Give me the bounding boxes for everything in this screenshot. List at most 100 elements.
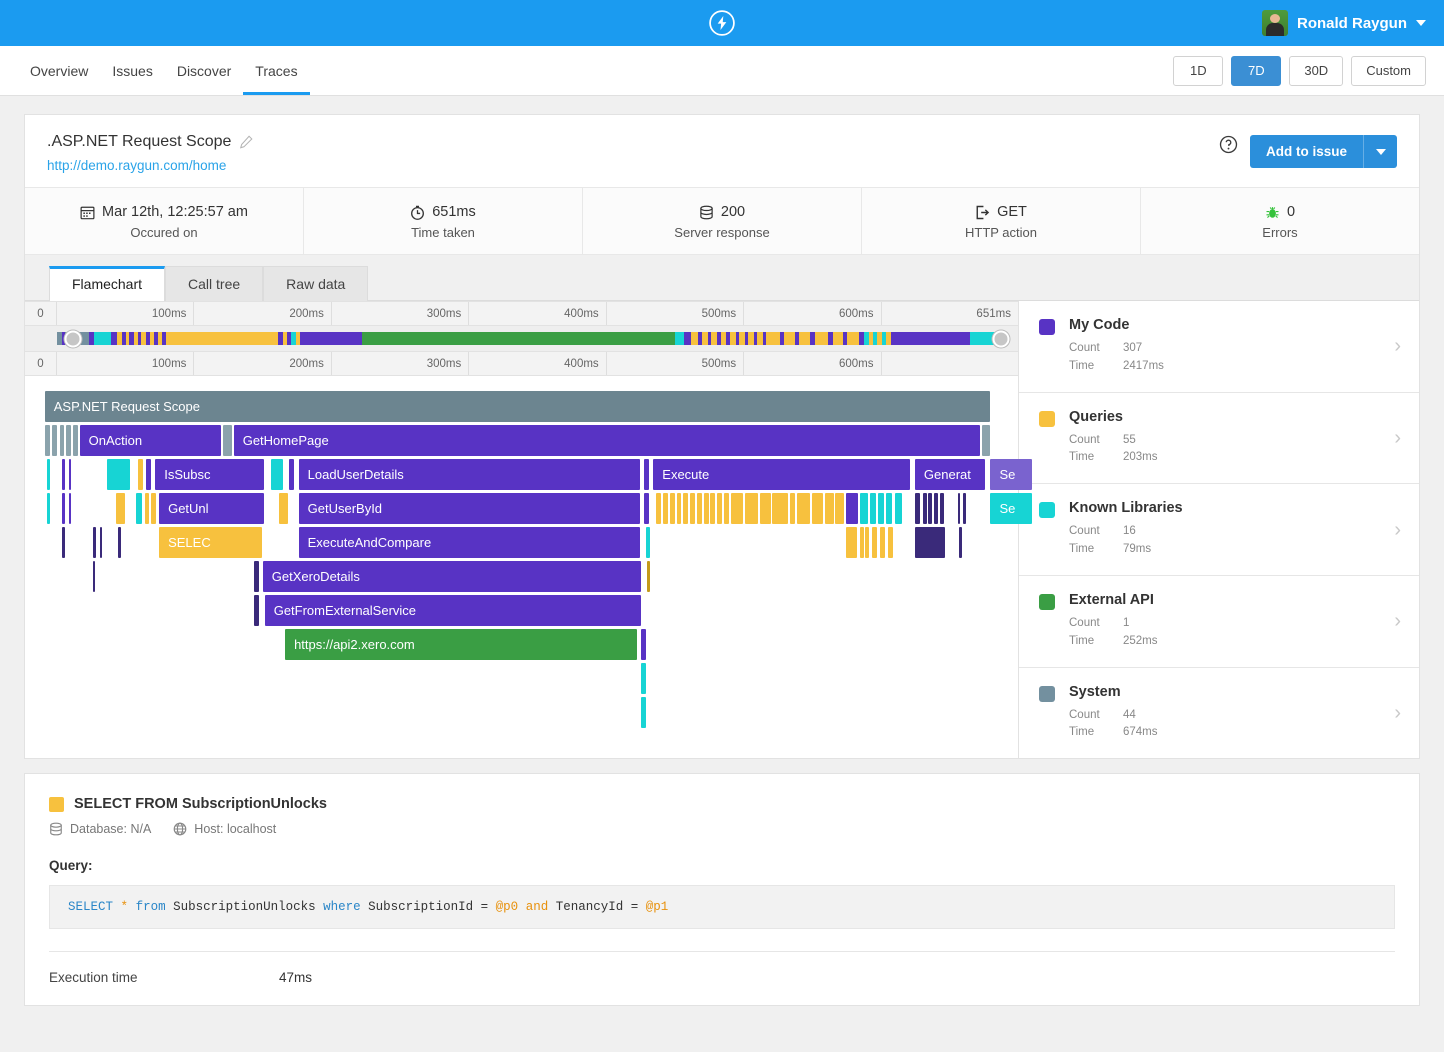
flamechart-block[interactable]: GetUnl (159, 493, 264, 524)
flamechart-block[interactable] (106, 459, 131, 490)
flamechart-block[interactable]: Generat (914, 459, 985, 490)
tab-raw-data[interactable]: Raw data (263, 266, 369, 301)
flamechart-block[interactable] (887, 527, 893, 558)
flamechart-block[interactable] (93, 561, 96, 592)
flamechart-block[interactable] (824, 493, 834, 524)
flamechart-block[interactable] (116, 493, 126, 524)
flamechart-block[interactable] (717, 493, 723, 524)
flamechart-block[interactable] (60, 425, 64, 456)
flamechart-block[interactable] (878, 493, 884, 524)
flamechart-block[interactable] (640, 663, 647, 694)
flamechart-block[interactable] (93, 527, 96, 558)
flamechart-block[interactable] (940, 493, 944, 524)
flamechart-block[interactable] (647, 561, 651, 592)
flamechart-block[interactable] (963, 493, 967, 524)
trace-url[interactable]: http://demo.raygun.com/home (47, 158, 253, 173)
flamechart-block[interactable] (835, 493, 845, 524)
chevron-right-icon[interactable]: › (1394, 703, 1401, 723)
minimap-handle-right[interactable] (992, 330, 1010, 347)
nav-item-issues[interactable]: Issues (100, 49, 164, 95)
flamechart-block[interactable]: Execute (653, 459, 911, 490)
add-to-issue-dropdown[interactable] (1363, 135, 1397, 168)
flamechart-block[interactable]: ExecuteAndCompare (298, 527, 640, 558)
flamechart-block[interactable] (981, 425, 990, 456)
flamechart-block[interactable]: IsSubsc (155, 459, 264, 490)
flamechart-block[interactable] (914, 527, 945, 558)
flamechart-block[interactable] (62, 527, 65, 558)
nav-item-traces[interactable]: Traces (243, 49, 310, 95)
flamechart-block[interactable] (645, 527, 651, 558)
flamechart-block[interactable] (146, 459, 151, 490)
flamechart-block[interactable] (676, 493, 682, 524)
flamechart-block[interactable] (872, 527, 878, 558)
flamechart-block[interactable] (683, 493, 689, 524)
flamechart-block[interactable] (796, 493, 811, 524)
legend-item-external-api[interactable]: External API Count 1 Time 252ms › (1019, 576, 1419, 668)
minimap-track[interactable] (57, 332, 1004, 345)
flamechart-block[interactable] (643, 493, 649, 524)
flamechart-block[interactable] (880, 527, 885, 558)
flamechart-block[interactable] (72, 425, 78, 456)
flamechart-block[interactable] (656, 493, 662, 524)
flamechart-block[interactable] (254, 595, 260, 626)
flamechart-block[interactable] (928, 493, 933, 524)
nav-item-overview[interactable]: Overview (18, 49, 100, 95)
flamechart-block[interactable]: GetXeroDetails (262, 561, 641, 592)
flamechart-block[interactable] (696, 493, 702, 524)
flamechart-block[interactable]: GetUserById (298, 493, 640, 524)
flamechart-block[interactable] (690, 493, 695, 524)
flamechart-block[interactable] (959, 527, 962, 558)
flamechart-block[interactable]: LoadUserDetails (298, 459, 640, 490)
pencil-icon[interactable] (239, 135, 253, 149)
chevron-right-icon[interactable]: › (1394, 611, 1401, 631)
flamechart-block[interactable] (922, 493, 927, 524)
chevron-right-icon[interactable]: › (1394, 336, 1401, 356)
timeline-minimap[interactable] (25, 326, 1018, 351)
flamechart-block[interactable] (68, 459, 72, 490)
flamechart-block[interactable] (812, 493, 823, 524)
flamechart-block[interactable] (137, 459, 143, 490)
tab-call-tree[interactable]: Call tree (165, 266, 264, 301)
flamechart-block[interactable] (44, 425, 51, 456)
flamechart-block[interactable] (62, 493, 65, 524)
flamechart-block[interactable]: OnAction (79, 425, 222, 456)
legend-item-system[interactable]: System Count 44 Time 674ms › (1019, 668, 1419, 759)
flamechart-block[interactable]: GetFromExternalService (264, 595, 641, 626)
range-1d[interactable]: 1D (1173, 55, 1224, 86)
flamechart-block[interactable] (51, 425, 57, 456)
flamechart-block[interactable] (640, 629, 647, 660)
flamechart-block[interactable] (66, 425, 71, 456)
tab-flamechart[interactable]: Flamechart (49, 266, 166, 301)
range-custom[interactable]: Custom (1351, 55, 1426, 86)
flamechart-block[interactable] (669, 493, 675, 524)
flamechart-block[interactable]: ASP.NET Request Scope (44, 391, 990, 422)
flamechart-block[interactable] (957, 493, 961, 524)
chevron-down-icon[interactable] (1416, 20, 1426, 26)
flamechart-block[interactable] (894, 493, 903, 524)
flamechart-block[interactable] (279, 493, 288, 524)
user-menu[interactable]: Ronald Raygun (1261, 10, 1444, 36)
flamechart-block[interactable] (934, 493, 939, 524)
flamechart-block[interactable] (46, 493, 50, 524)
minimap-handle-left[interactable] (64, 330, 82, 347)
flamechart-block[interactable] (865, 527, 870, 558)
flamechart-block[interactable] (254, 561, 260, 592)
flamechart-block[interactable] (859, 527, 864, 558)
flamechart-block[interactable] (724, 493, 729, 524)
range-7d[interactable]: 7D (1231, 55, 1282, 86)
flamechart-block[interactable] (870, 493, 877, 524)
flamechart-block[interactable] (846, 527, 857, 558)
flamechart-block[interactable] (703, 493, 709, 524)
chevron-right-icon[interactable]: › (1394, 520, 1401, 540)
flamechart-block[interactable]: Se (990, 459, 1033, 490)
flamechart-block[interactable] (662, 493, 668, 524)
legend-item-queries[interactable]: Queries Count 55 Time 203ms › (1019, 393, 1419, 485)
flamechart-block[interactable] (710, 493, 716, 524)
chevron-right-icon[interactable]: › (1394, 428, 1401, 448)
flamechart-block[interactable] (62, 459, 65, 490)
flamechart-block[interactable]: Se (990, 493, 1033, 524)
nav-item-discover[interactable]: Discover (165, 49, 243, 95)
flamechart-block[interactable] (846, 493, 858, 524)
flamechart-block[interactable] (68, 493, 72, 524)
legend-item-known-libraries[interactable]: Known Libraries Count 16 Time 79ms › (1019, 484, 1419, 576)
